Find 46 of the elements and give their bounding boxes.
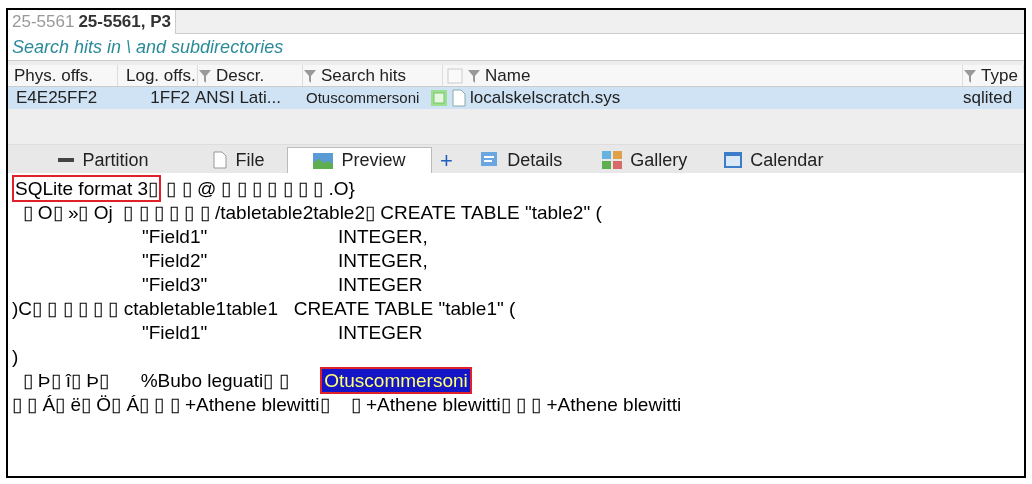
column-header[interactable]: Phys. offs. — [8, 65, 118, 86]
gallery-icon — [602, 151, 623, 169]
table-cell-text: ANSI Lati... — [194, 87, 281, 110]
column-header[interactable]: Log. offs. — [118, 65, 198, 86]
field-name: "Field2" — [141, 248, 209, 272]
preview-text: ▯ ▯ @ ▯ ▯ ▯ ▯ ▯ ▯ ▯ .O} — [165, 176, 355, 200]
preview-text: ▯ ▯ Á▯ ë▯ Ö▯ Á▯ ▯ ▯ +Athene blewitti▯ ▯ +Athene blewitti▯ ▯ ▯ +Athene blewitti — [12, 392, 682, 416]
column-header[interactable]: Search hits — [303, 65, 443, 86]
checkbox-icon[interactable] — [447, 67, 463, 84]
view-tab[interactable]: Preview — [287, 147, 432, 173]
field-name: "Field1" — [141, 224, 209, 248]
preview-text: ▯ O▯ »▯ Oj ▯ ▯ ▯ ▯ ▯ ▯ /tabletable2table2▯ CREATE TABLE "table2" ( — [21, 200, 602, 224]
table-cell-text: sqlited — [963, 87, 1014, 110]
calendar-icon — [724, 152, 743, 168]
highlighted-text: SQLite format 3▯ — [12, 174, 162, 202]
filter-icon[interactable] — [198, 67, 212, 84]
field-name: "Field3" — [141, 272, 209, 296]
path-tab[interactable]: 25-5561, P3 — [78, 10, 172, 35]
field-type: INTEGER — [338, 320, 423, 344]
table-cell-text: localskelscratch.sys — [470, 87, 621, 110]
column-header[interactable]: Descr. — [198, 65, 303, 86]
field-type: INTEGER, — [338, 248, 428, 272]
preview-text: ) — [12, 344, 19, 368]
details-icon — [479, 151, 500, 169]
table-cell-text: 1FF2 — [149, 87, 190, 110]
file-icon — [452, 89, 466, 107]
filter-icon[interactable] — [303, 67, 317, 84]
table-row[interactable]: E4E25FF2 1FF2 ANSI Lati... Otuscommersoni localskelscratch.sys sqlited — [8, 87, 1024, 109]
preview-text: )C▯ ▯ ▯ ▯ ▯ ▯ ctabletable1table1 CREATE TABLE "table1" ( — [12, 296, 516, 320]
field-type: INTEGER, — [338, 224, 428, 248]
search-hit: Otuscommersoni — [320, 366, 472, 394]
table-cell-text: E4E25FF2 — [15, 87, 99, 110]
column-header[interactable]: Type — [963, 65, 1024, 86]
scope-label: Search hits in \ and subdirectories — [8, 34, 1024, 61]
checkbox-icon[interactable] — [430, 89, 448, 107]
filter-icon[interactable] — [467, 67, 481, 84]
preview-text: ▯ Þ▯ î▯ Þ▯ %Bubo leguati▯ ▯ — [21, 368, 290, 392]
field-name: "Field1" — [141, 320, 209, 344]
filter-icon[interactable] — [963, 67, 977, 84]
column-header[interactable]: Name — [443, 65, 963, 86]
field-type: INTEGER — [338, 272, 423, 296]
path-field[interactable] — [176, 10, 1024, 34]
image-icon — [313, 152, 334, 169]
file-icon — [213, 151, 228, 169]
table-cell-text: Otuscommersoni — [305, 87, 421, 108]
dash-icon — [58, 157, 75, 163]
